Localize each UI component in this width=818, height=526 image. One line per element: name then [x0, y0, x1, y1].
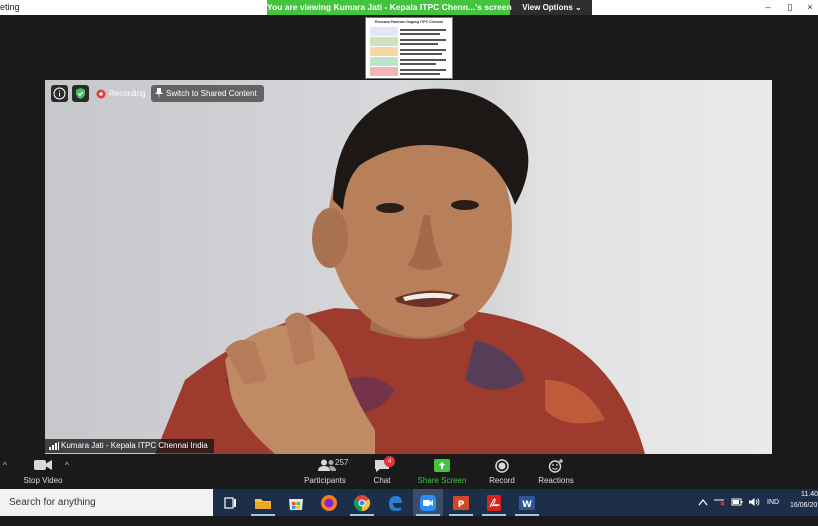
meeting-area: Rencana Pameran Dagang ITPC Chennai Reco… — [0, 15, 818, 455]
edge-icon[interactable] — [385, 493, 405, 513]
thumbnail-text-line — [400, 69, 446, 71]
recording-label: Recording — [109, 89, 146, 98]
meeting-toolbar: ^ Stop Video ^ 257 Participants 4 Chat S… — [0, 455, 818, 489]
zoom-icon[interactable] — [418, 493, 438, 513]
video-camera-icon — [34, 460, 52, 470]
input-language-indicator[interactable]: IND — [767, 499, 779, 526]
shared-content-thumbnail[interactable]: Rencana Pameran Dagang ITPC Chennai — [365, 17, 453, 79]
participant-name: Kumara Jati - Kepala ITPC Chennai India — [61, 441, 208, 450]
battery-icon[interactable] — [731, 497, 743, 507]
chrome-icon[interactable] — [352, 493, 372, 513]
thumbnail-text-line — [400, 33, 440, 35]
firefox-icon[interactable] — [319, 493, 339, 513]
speaker-figure — [155, 88, 645, 454]
windows-taskbar: Search for anything P W IND 11.40 16/06/… — [0, 489, 818, 516]
signal-strength-icon — [49, 442, 59, 450]
pin-icon — [155, 88, 163, 99]
restore-button[interactable]: ▯ — [780, 0, 800, 15]
thumbnail-text-line — [400, 63, 436, 65]
thumbnail-text-line — [400, 73, 440, 75]
thumbnail-title: Rencana Pameran Dagang ITPC Chennai — [375, 20, 443, 24]
participants-label: Participants — [304, 476, 346, 485]
participants-icon — [318, 459, 336, 471]
taskbar-search-placeholder: Search for anything — [9, 497, 96, 508]
recording-icon — [96, 89, 106, 99]
viewing-screen-label: You are viewing Kumara Jati - Kepala ITP… — [267, 0, 512, 15]
word-icon[interactable]: W — [517, 493, 537, 513]
audio-options-caret-icon[interactable]: ^ — [3, 461, 7, 470]
view-options-button[interactable]: View Options ⌄ — [512, 0, 592, 15]
taskbar-search-box[interactable]: Search for anything — [0, 489, 213, 516]
reactions-icon — [548, 459, 563, 473]
close-button[interactable]: × — [800, 0, 818, 15]
svg-text:P: P — [458, 500, 465, 510]
info-icon[interactable] — [51, 85, 68, 102]
task-view-icon[interactable] — [220, 493, 240, 513]
participants-count: 257 — [335, 458, 349, 467]
participant-video[interactable] — [45, 80, 772, 454]
stop-video-button[interactable]: Stop Video — [18, 455, 68, 489]
thumbnail-text-line — [400, 43, 438, 45]
share-screen-button[interactable]: Share Screen — [414, 455, 470, 489]
record-button[interactable]: Record — [482, 455, 522, 489]
share-screen-icon — [434, 459, 450, 472]
participant-name-tag: Kumara Jati - Kepala ITPC Chennai India — [45, 439, 214, 453]
powerpoint-icon[interactable]: P — [451, 493, 471, 513]
file-explorer-icon[interactable] — [253, 493, 273, 513]
minimize-button[interactable]: – — [758, 0, 778, 15]
record-icon — [495, 459, 509, 473]
thumbnail-row — [370, 57, 398, 66]
chat-label: Chat — [373, 476, 391, 485]
thumbnail-text-line — [400, 49, 446, 51]
shield-check-icon[interactable] — [72, 85, 89, 102]
thumbnail-text-line — [400, 29, 446, 31]
screen-share-banner: You are viewing Kumara Jati - Kepala ITP… — [267, 0, 592, 15]
stop-video-label: Stop Video — [23, 476, 63, 485]
reactions-label: Reactions — [538, 476, 574, 485]
thumbnail-row — [370, 27, 398, 36]
thumbnail-row — [370, 47, 398, 56]
participants-button[interactable]: 257 Participants — [300, 455, 350, 489]
chat-unread-badge: 4 — [384, 456, 395, 467]
thumbnail-row — [370, 67, 398, 76]
window-title: eting — [0, 2, 20, 12]
clock-time: 11.40 — [801, 491, 818, 498]
store-icon[interactable] — [286, 493, 306, 513]
chat-button[interactable]: 4 Chat — [362, 455, 402, 489]
reactions-button[interactable]: Reactions — [533, 455, 579, 489]
thumbnail-row — [370, 37, 398, 46]
thumbnail-text-line — [400, 59, 446, 61]
network-icon[interactable] — [713, 497, 725, 507]
switch-to-shared-content-button[interactable]: Switch to Shared Content — [151, 85, 264, 102]
thumbnail-text-line — [400, 39, 446, 41]
svg-text:W: W — [522, 500, 532, 510]
thumbnail-text-line — [400, 53, 442, 55]
volume-icon[interactable] — [748, 497, 760, 507]
show-hidden-icons-chevron-icon[interactable] — [698, 498, 708, 506]
taskbar-clock[interactable]: 11.40 16/06/20 — [790, 491, 818, 518]
clock-date: 16/06/20 — [790, 502, 818, 509]
video-options-caret-icon[interactable]: ^ — [65, 461, 69, 470]
share-screen-label: Share Screen — [417, 476, 467, 485]
acrobat-icon[interactable] — [484, 493, 504, 513]
switch-label: Switch to Shared Content — [166, 89, 257, 98]
record-label: Record — [489, 476, 515, 485]
